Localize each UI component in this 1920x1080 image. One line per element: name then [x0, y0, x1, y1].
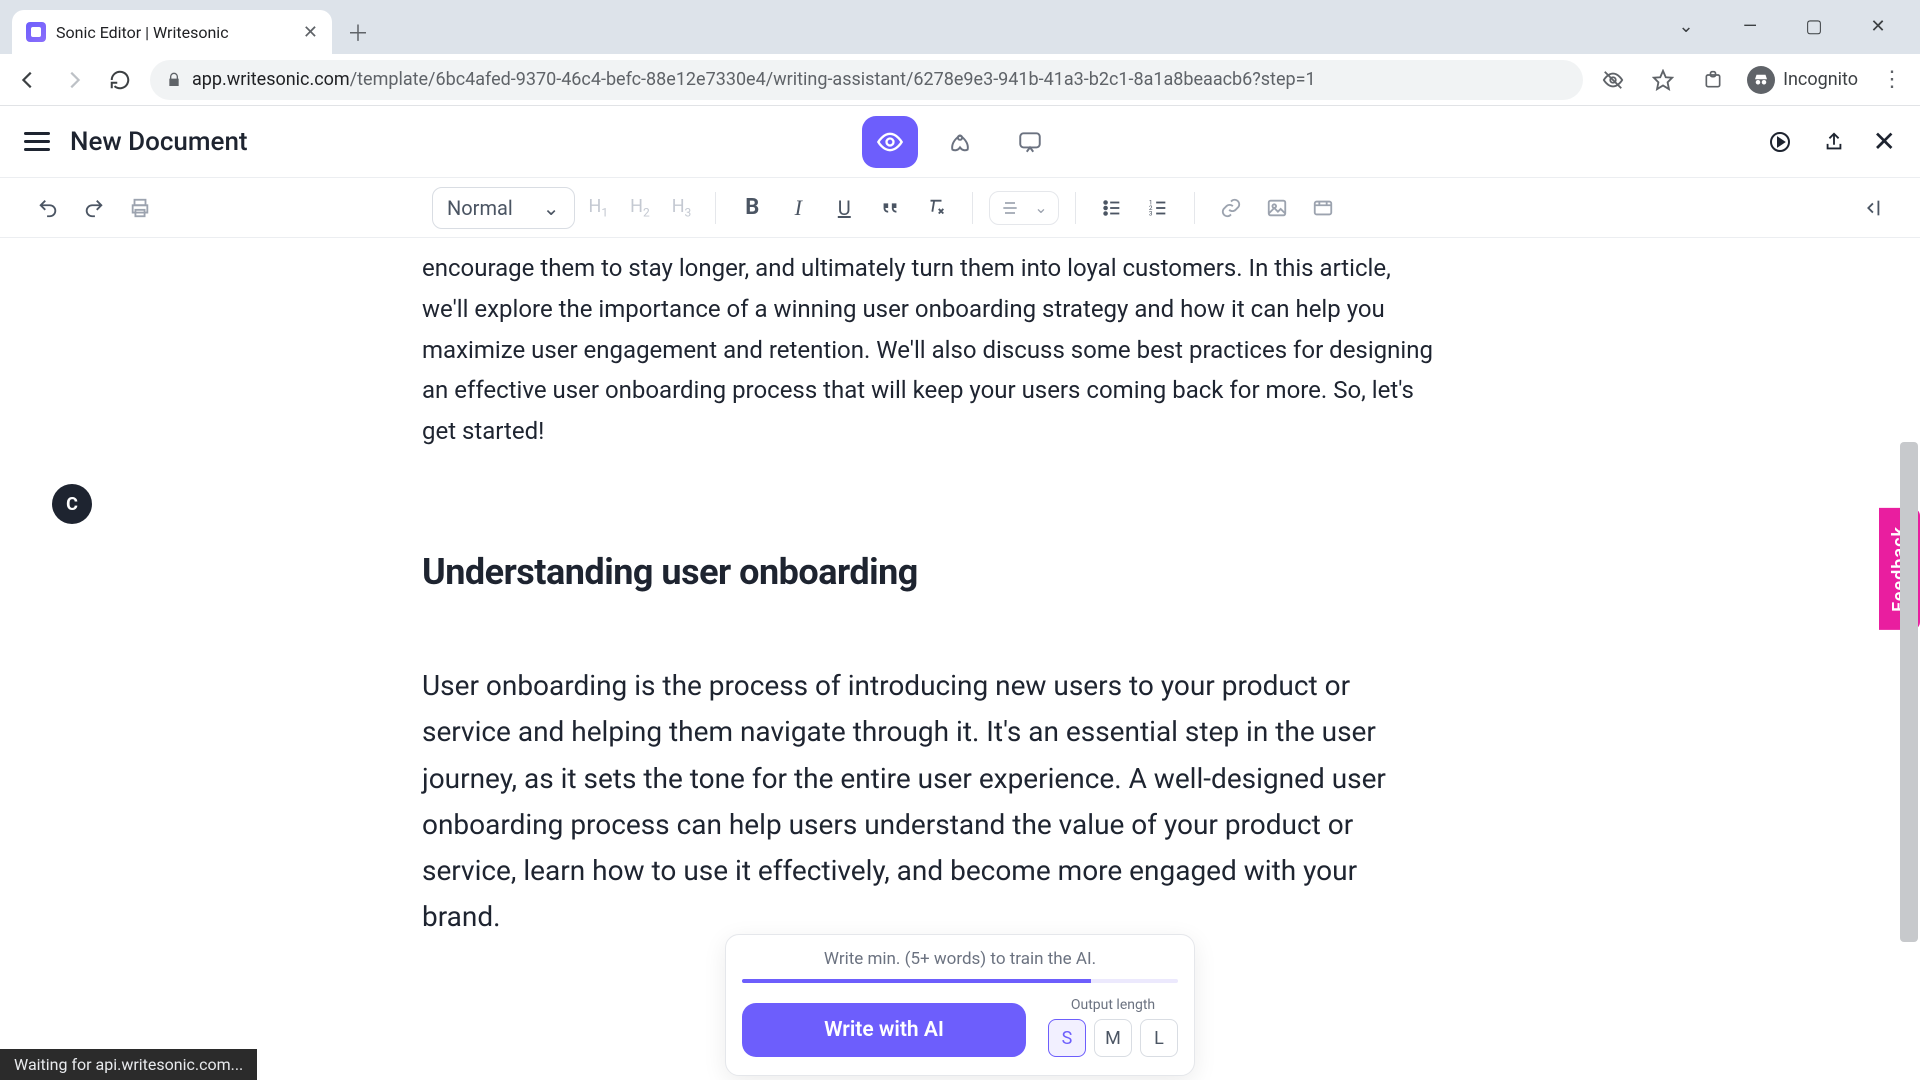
numbered-list-button[interactable]: 123: [1138, 188, 1178, 228]
incognito-label: Incognito: [1783, 69, 1858, 90]
intro-paragraph[interactable]: encourage them to stay longer, and ultim…: [422, 248, 1442, 452]
output-length-group: Output length S M L: [1048, 997, 1178, 1057]
url-text: app.writesonic.com/template/6bc4afed-937…: [192, 69, 1316, 90]
length-option-m[interactable]: M: [1094, 1019, 1132, 1057]
section-heading[interactable]: Understanding user onboarding: [422, 542, 1442, 603]
document-content[interactable]: encourage them to stay longer, and ultim…: [422, 238, 1442, 940]
h1-button[interactable]: H1: [581, 196, 617, 220]
clear-format-button[interactable]: [916, 188, 956, 228]
scrollbar-track[interactable]: [1900, 242, 1918, 1076]
h2-button[interactable]: H2: [622, 196, 658, 220]
editor-toolbar: Normal ⌄ H1 H2 H3 B I U ⌄ 123: [0, 178, 1920, 238]
ai-progress-bar: [742, 979, 1178, 983]
style-select-label: Normal: [447, 196, 513, 220]
favicon-icon: [26, 22, 46, 42]
chevron-down-icon: ⌄: [1034, 198, 1047, 217]
share-icon[interactable]: [1819, 127, 1849, 157]
eye-off-icon[interactable]: [1597, 64, 1629, 96]
new-tab-button[interactable]: ＋: [340, 14, 376, 50]
tab-title: Sonic Editor | Writesonic: [56, 23, 293, 42]
italic-button[interactable]: I: [778, 188, 818, 228]
write-with-ai-button[interactable]: Write with AI: [742, 1003, 1026, 1057]
browser-tab[interactable]: Sonic Editor | Writesonic ✕: [12, 10, 332, 54]
gutter-toggle-button[interactable]: C: [52, 484, 92, 524]
redo-button[interactable]: [74, 188, 114, 228]
h3-button[interactable]: H3: [664, 196, 700, 220]
align-select[interactable]: ⌄: [989, 191, 1058, 225]
chat-mode-button[interactable]: [1002, 116, 1058, 168]
forward-button[interactable]: [58, 64, 90, 96]
chevron-down-icon: ⌄: [543, 196, 560, 220]
app-header: New Document ✕: [0, 106, 1920, 178]
address-bar: app.writesonic.com/template/6bc4afed-937…: [0, 54, 1920, 106]
star-icon[interactable]: [1647, 64, 1679, 96]
undo-button[interactable]: [28, 188, 68, 228]
extensions-icon[interactable]: [1697, 64, 1729, 96]
link-button[interactable]: [1211, 188, 1251, 228]
paragraph-style-select[interactable]: Normal ⌄: [432, 187, 575, 229]
body-paragraph[interactable]: User onboarding is the process of introd…: [422, 663, 1442, 940]
video-button[interactable]: [1303, 188, 1343, 228]
close-tab-icon[interactable]: ✕: [303, 22, 318, 43]
quote-button[interactable]: [870, 188, 910, 228]
scrollbar-thumb[interactable]: [1900, 442, 1918, 942]
close-editor-button[interactable]: ✕: [1873, 125, 1896, 158]
document-title[interactable]: New Document: [70, 127, 248, 157]
incognito-icon: [1747, 66, 1775, 94]
chevron-down-icon[interactable]: ⌄: [1668, 8, 1704, 44]
svg-text:3: 3: [1149, 209, 1153, 217]
back-button[interactable]: [12, 64, 44, 96]
window-controls: ⌄ — ▢ ✕: [1668, 8, 1908, 54]
bullet-list-button[interactable]: [1092, 188, 1132, 228]
lock-icon: [166, 72, 182, 88]
maximize-icon[interactable]: ▢: [1796, 8, 1832, 44]
bold-button[interactable]: B: [732, 188, 772, 228]
browser-status-bar: Waiting for api.writesonic.com...: [0, 1049, 257, 1080]
close-window-icon[interactable]: ✕: [1860, 8, 1896, 44]
header-mode-switch: [862, 116, 1058, 168]
record-icon[interactable]: [1765, 127, 1795, 157]
length-option-l[interactable]: L: [1140, 1019, 1178, 1057]
incognito-badge: Incognito: [1747, 66, 1858, 94]
menu-button[interactable]: [24, 132, 50, 151]
image-button[interactable]: [1257, 188, 1297, 228]
ai-write-panel: Write min. (5+ words) to train the AI. W…: [725, 934, 1195, 1076]
collapse-panel-button[interactable]: [1852, 188, 1892, 228]
browser-tab-strip: Sonic Editor | Writesonic ✕ ＋ ⌄ — ▢ ✕: [0, 0, 1920, 54]
ai-hint-text: Write min. (5+ words) to train the AI.: [742, 949, 1178, 969]
output-length-label: Output length: [1048, 997, 1178, 1013]
minimize-icon[interactable]: —: [1732, 8, 1768, 44]
underline-button[interactable]: U: [824, 188, 864, 228]
kebab-menu-icon[interactable]: ⋮: [1876, 64, 1908, 96]
preview-mode-button[interactable]: [862, 116, 918, 168]
length-option-s[interactable]: S: [1048, 1019, 1086, 1057]
rocket-mode-button[interactable]: [932, 116, 988, 168]
reload-button[interactable]: [104, 64, 136, 96]
print-button[interactable]: [120, 188, 160, 228]
url-field[interactable]: app.writesonic.com/template/6bc4afed-937…: [150, 60, 1583, 100]
document-area: encourage them to stay longer, and ultim…: [0, 238, 1920, 1080]
